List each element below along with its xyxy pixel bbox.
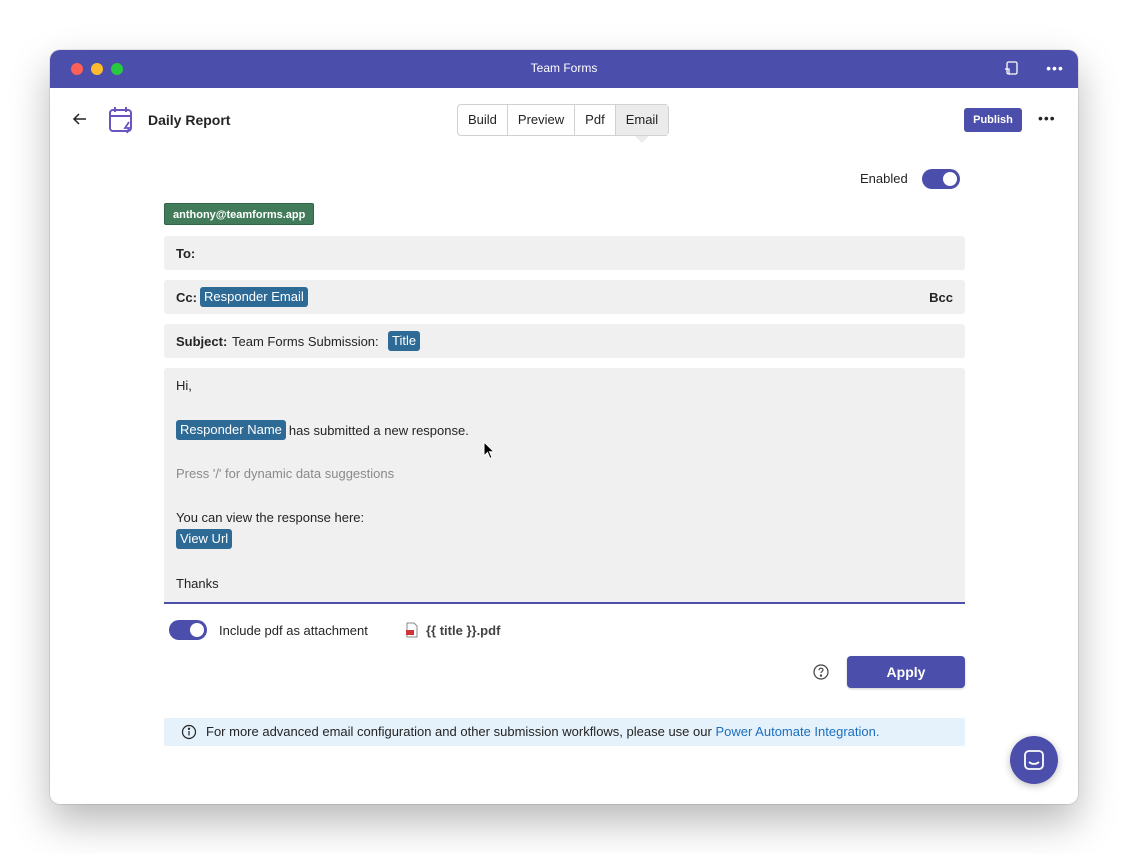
publish-button[interactable]: Publish <box>964 108 1022 132</box>
title-bar: Team Forms ••• <box>50 50 1078 88</box>
include-pdf-toggle[interactable] <box>169 620 207 640</box>
page-header: Daily Report Build Preview Pdf Email Pub… <box>50 88 1078 152</box>
tab-bar: Build Preview Pdf Email <box>457 104 670 143</box>
email-body-editor[interactable]: Hi, Responder Name has submitted a new re… <box>164 368 965 604</box>
app-window: Team Forms ••• Daily Report Build Previe… <box>50 50 1078 804</box>
apply-button[interactable]: Apply <box>847 656 965 688</box>
toggle-knob <box>943 172 957 186</box>
enabled-label: Enabled <box>860 171 908 186</box>
body-view-text: You can view the response here: <box>176 510 365 525</box>
enabled-toggle[interactable] <box>922 169 960 189</box>
info-message: For more advanced email configuration an… <box>206 724 716 739</box>
to-field[interactable]: To: <box>164 236 965 270</box>
subject-token-chip[interactable]: Title <box>388 331 421 351</box>
include-pdf-label: Include pdf as attachment <box>219 623 368 638</box>
pdf-file-icon <box>405 622 419 638</box>
cc-field[interactable]: Cc: Responder Email Bcc <box>164 280 965 314</box>
submitted-text: has submitted a new response. <box>288 422 469 438</box>
responder-token-chip[interactable]: Responder Name <box>176 420 286 440</box>
body-greeting: Hi, <box>176 378 192 393</box>
toggle-knob <box>190 623 204 637</box>
subject-label: Subject: <box>176 334 228 349</box>
info-banner: For more advanced email configuration an… <box>164 718 965 746</box>
chat-support-button[interactable] <box>1010 736 1058 784</box>
header-more-icon[interactable]: ••• <box>1038 110 1056 126</box>
form-title: Daily Report <box>148 112 231 128</box>
to-label: To: <box>176 246 196 261</box>
view-url-token-chip[interactable]: View Url <box>176 529 233 549</box>
tab-build[interactable]: Build <box>458 105 508 135</box>
body-url-line: View Url <box>176 529 233 549</box>
tab-preview[interactable]: Preview <box>508 105 576 135</box>
body-responder-line: Responder Name has submitted a new respon… <box>176 420 469 440</box>
mouse-cursor-icon <box>483 440 496 461</box>
subject-text: Team Forms Submission: <box>232 334 379 349</box>
info-icon <box>181 724 197 740</box>
popout-icon[interactable] <box>1004 60 1022 78</box>
tab-pdf[interactable]: Pdf <box>575 105 616 135</box>
from-address-badge[interactable]: anthony@teamforms.app <box>164 203 315 225</box>
help-icon[interactable] <box>812 663 830 681</box>
window-title: Team Forms <box>530 61 598 75</box>
info-text: For more advanced email configuration an… <box>206 724 879 739</box>
pdf-filename[interactable]: {{ title }}.pdf <box>426 623 500 638</box>
cc-label: Cc: <box>176 290 197 305</box>
body-closing: Thanks <box>176 576 219 591</box>
dynamic-data-hint: Press '/' for dynamic data suggestions <box>176 466 395 481</box>
bcc-button[interactable]: Bcc <box>929 290 953 305</box>
cc-token-chip[interactable]: Responder Email <box>200 287 308 307</box>
more-options-icon[interactable]: ••• <box>1046 60 1064 78</box>
subject-field[interactable]: Subject: Team Forms Submission: Title <box>164 324 965 358</box>
tab-email[interactable]: Email <box>615 105 669 143</box>
power-automate-link[interactable]: Power Automate Integration. <box>715 724 879 739</box>
calendar-bolt-icon <box>108 105 136 135</box>
back-arrow-icon[interactable] <box>72 111 88 127</box>
